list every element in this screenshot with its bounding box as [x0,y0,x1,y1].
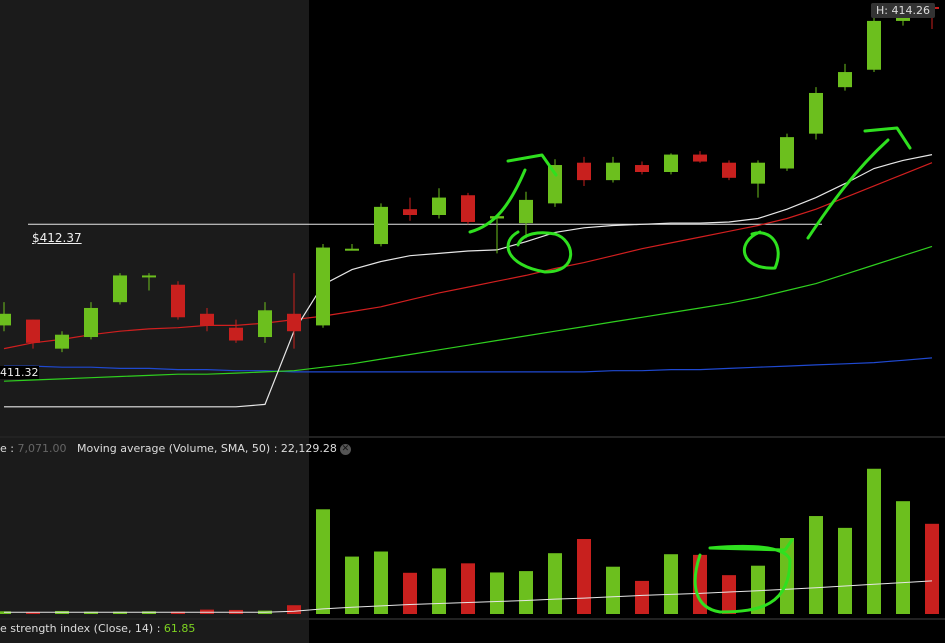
candle-body [867,20,881,70]
candle-body [374,206,388,245]
volume-ma-legend: Moving average (Volume, SMA, 50) : 22,12… [76,442,337,455]
candle-body [693,154,707,162]
candle-body [751,162,765,184]
candle-body [722,162,736,178]
volume-legend: e : 7,071.00 Moving average (Volume, SMA… [0,442,351,455]
volume-bar [664,554,678,614]
candle-body [55,334,69,349]
candle-body [780,137,794,169]
candle-body [229,327,243,341]
close-icon[interactable]: ✕ [339,443,351,455]
volume-bar [635,580,649,614]
rsi-value: 61.85 [163,622,196,635]
annotation-circle-2 [742,230,780,270]
volume-legend-prefix: e [0,442,7,455]
candle-body [316,247,330,326]
panel-divider-bottom [0,618,945,620]
candle-body [403,209,417,215]
annotation-arrow-1 [468,153,558,234]
rsi-legend-prefix: e strength index (Close, 14) : [0,622,164,635]
candle-body [635,165,649,172]
price-volume-chart[interactable] [0,0,945,643]
volume-bar [925,523,939,614]
candle-body [606,162,620,181]
volume-bar [432,568,446,614]
candle-body [548,165,562,204]
volume-bar [809,516,823,614]
volume-bar [403,572,417,614]
volume-bar [606,566,620,614]
volume-legend-value: 7,071.00 [17,442,67,455]
annotation-arrow-2 [806,126,912,240]
volume-bar [374,551,388,614]
panel-divider-top [0,436,945,438]
candle-body [664,154,678,172]
candle-body [142,275,156,278]
candle-body [200,313,214,326]
candle-body [0,313,11,326]
candle-body [258,310,272,338]
candle-body [26,319,40,343]
volume-bar [316,509,330,614]
candle-body [461,195,475,222]
volume-bar [548,553,562,614]
high-price-label: H: 414.26 [871,3,935,18]
candle-body [171,284,185,318]
candle-body [432,197,446,215]
candle-body [113,275,127,303]
left-price-label: 411.32 [0,366,39,379]
reference-line-label: $412.37 [32,231,82,245]
candle-body [84,307,98,338]
volume-bar [838,527,852,614]
candle-body [519,199,533,224]
rsi-legend: e strength index (Close, 14) : 61.85 [0,622,195,635]
volume-bar [461,563,475,614]
candle-body [287,313,301,332]
volume-bar [490,572,504,614]
candle-body [345,248,359,251]
candle-body [838,72,852,88]
volume-bar [867,468,881,614]
volume-bar [519,571,533,614]
candle-body [809,92,823,134]
volume-bar [896,501,910,614]
volume-bar [577,539,591,614]
volume-bar [287,605,301,614]
volume-bar [345,556,359,614]
volume-bar [722,575,736,614]
annotation-volume-shape [693,538,794,614]
candle-body [577,162,591,181]
